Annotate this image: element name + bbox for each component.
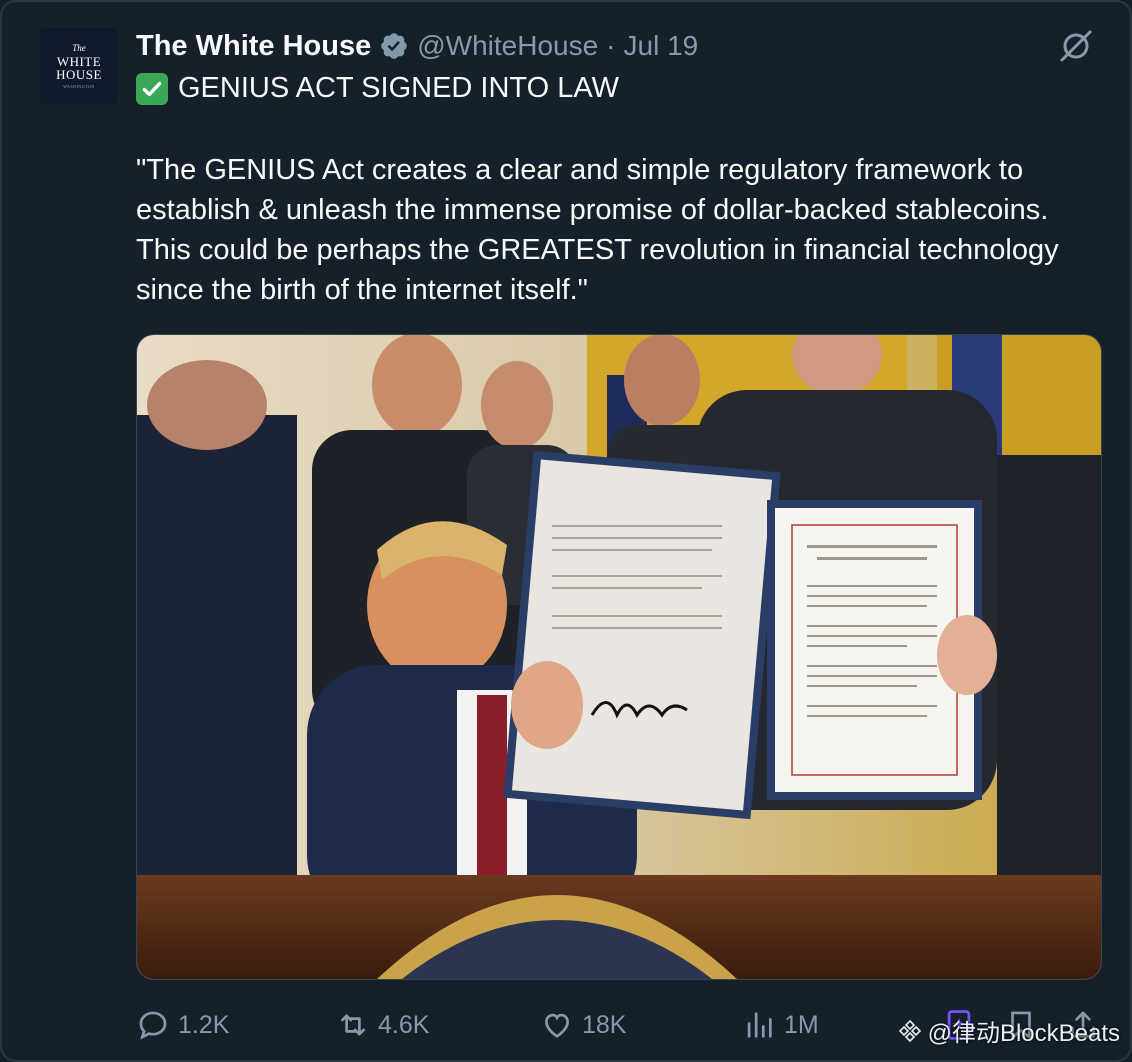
grok-icon[interactable] bbox=[1056, 26, 1096, 66]
views-count: 1M bbox=[784, 1010, 819, 1039]
avatar-text-tiny: WASHINGTON bbox=[63, 83, 95, 89]
views-icon bbox=[747, 1012, 772, 1038]
reply-count: 1.2K bbox=[178, 1010, 230, 1039]
avatar-text-house: HOUSE bbox=[56, 66, 102, 82]
avatar-text-the: The bbox=[72, 42, 86, 53]
views-button[interactable]: 1M bbox=[742, 1002, 819, 1048]
reply-button[interactable]: 1.2K bbox=[136, 1002, 229, 1048]
tweet-date[interactable]: Jul 19 bbox=[624, 30, 699, 62]
account-name[interactable]: The White House bbox=[136, 30, 371, 63]
tweet-photo[interactable] bbox=[136, 334, 1102, 980]
tweet-card[interactable]: The WHITE HOUSE WASHINGTON The White Hou… bbox=[0, 0, 1132, 1062]
like-count: 18K bbox=[582, 1010, 627, 1039]
reply-icon bbox=[139, 1011, 167, 1040]
verified-badge-icon bbox=[379, 31, 409, 61]
blockbeats-watermark: @律动BlockBeats bbox=[898, 1013, 1120, 1048]
tweet-body: "The GENIUS Act creates a clear and simp… bbox=[136, 150, 1096, 310]
avatar-text-white: WHITE bbox=[56, 53, 102, 69]
account-handle[interactable]: @WhiteHouse bbox=[417, 30, 598, 62]
retweet-count: 4.6K bbox=[378, 1010, 430, 1039]
tweet-headline: GENIUS ACT SIGNED INTO LAW bbox=[136, 72, 619, 105]
retweet-button[interactable]: 4.6K bbox=[336, 1002, 429, 1048]
watermark-logo-icon bbox=[898, 1019, 921, 1042]
avatar[interactable]: The WHITE HOUSE WASHINGTON bbox=[40, 28, 118, 104]
photo-illustration bbox=[137, 335, 1101, 979]
headline-text: GENIUS ACT SIGNED INTO LAW bbox=[178, 72, 619, 104]
tweet-header: The White House @WhiteHouse · Jul 19 bbox=[136, 26, 698, 66]
retweet-icon bbox=[341, 1014, 365, 1036]
watermark-text: @律动BlockBeats bbox=[927, 1020, 1120, 1047]
separator-dot: · bbox=[606, 30, 616, 61]
heart-icon bbox=[545, 1013, 569, 1038]
check-mark-icon bbox=[136, 72, 168, 105]
like-button[interactable]: 18K bbox=[540, 1002, 626, 1048]
tweet-body-text: "The GENIUS Act creates a clear and simp… bbox=[136, 154, 1059, 306]
